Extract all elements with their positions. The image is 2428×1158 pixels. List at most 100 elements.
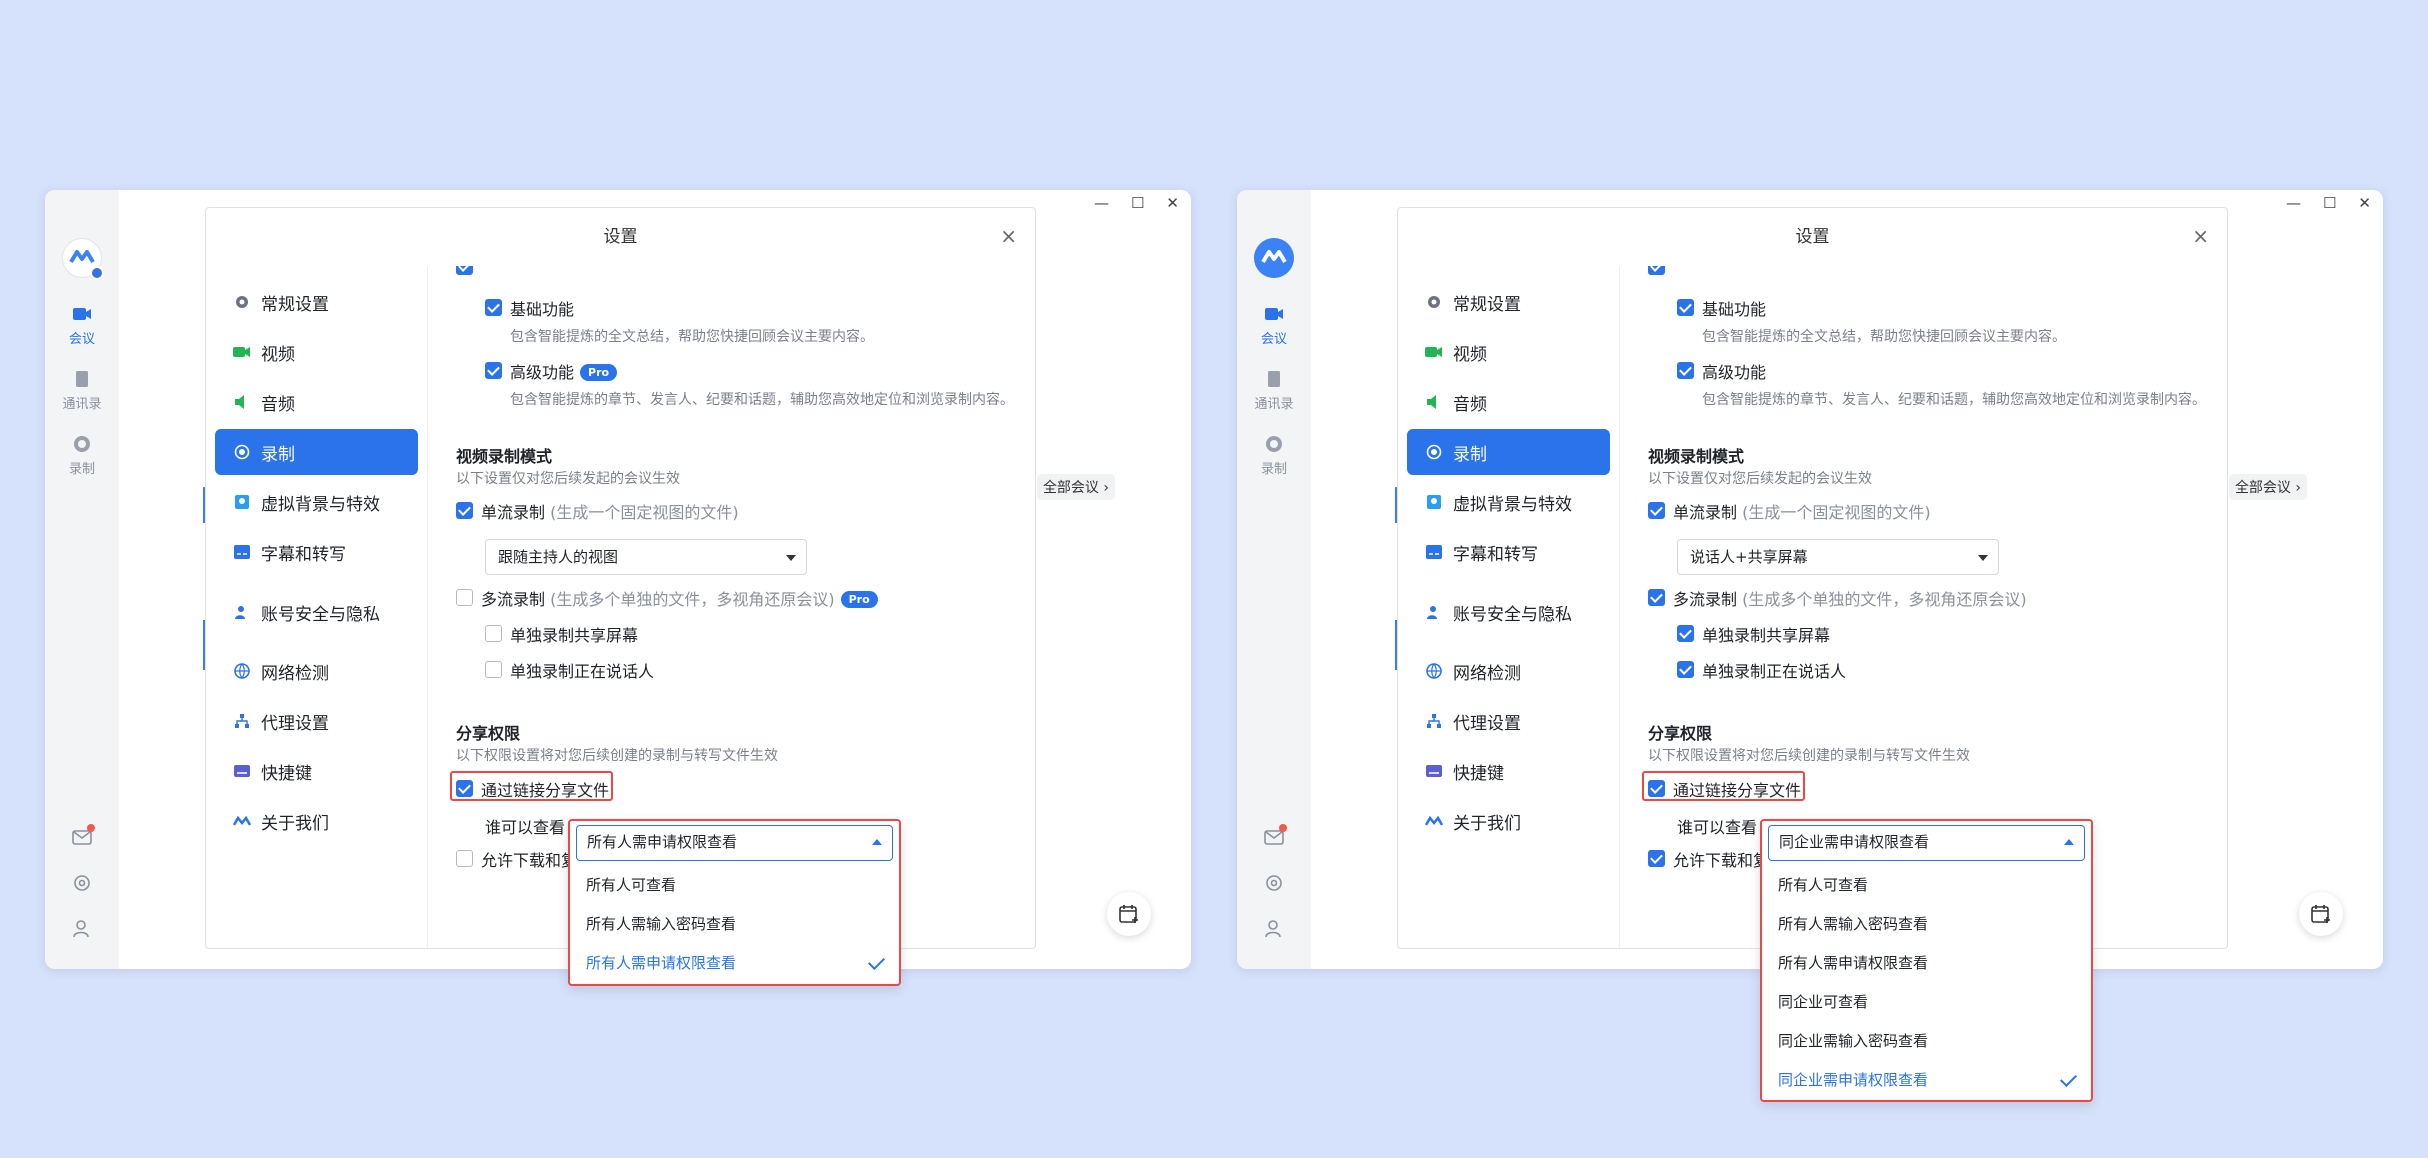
gear-icon (1425, 293, 1443, 311)
advanced-label: 高级功能 Pro (510, 359, 618, 383)
rail-item-contacts[interactable]: 通讯录 (1237, 370, 1311, 412)
sidebar-item-background[interactable]: 虚拟背景与特效 (215, 479, 418, 525)
maximize-button[interactable]: ☐ (1131, 194, 1144, 212)
speaker-checkbox[interactable] (485, 661, 502, 678)
sidebar-item-network[interactable]: 网络检测 (1407, 648, 1610, 694)
sidebar-item-about[interactable]: 关于我们 (215, 798, 418, 844)
option-everyone[interactable]: 所有人可查看 (586, 866, 883, 905)
sidebar-item-network[interactable]: 网络检测 (215, 648, 418, 694)
mail-icon[interactable] (72, 824, 95, 847)
permission-select[interactable]: 同企业需申请权限查看 (1768, 825, 2085, 861)
record-icon (1425, 443, 1443, 461)
advanced-desc: 包含智能提炼的章节、发言人、纪要和话题，辅助您高效地定位和浏览录制内容。 (510, 392, 1014, 408)
share-title: 分享权限 (456, 724, 521, 743)
record-icon (233, 443, 251, 461)
allow-download-checkbox[interactable] (1648, 850, 1665, 867)
record-icon (74, 436, 90, 452)
window-controls: — ☐ ✕ (2286, 194, 2371, 212)
option-everyone-request[interactable]: 所有人需申请权限查看 (586, 944, 885, 983)
option-everyone[interactable]: 所有人可查看 (1778, 866, 2075, 905)
sidebar-item-background[interactable]: 虚拟背景与特效 (1407, 479, 1610, 525)
minimize-button[interactable]: — (1094, 194, 1109, 212)
user-icon[interactable] (72, 919, 92, 939)
sidebar-item-shortcuts[interactable]: 快捷键 (215, 748, 418, 794)
network-tree-icon (233, 712, 251, 730)
dialog-close-button[interactable]: × (1000, 224, 1017, 248)
schedule-button[interactable] (1107, 892, 1151, 936)
sidebar-item-account[interactable]: 账号安全与隐私 (1407, 589, 1610, 635)
share-screen-checkbox[interactable] (1677, 625, 1694, 642)
chevron-down-icon (786, 555, 796, 561)
account-lock-icon (1425, 603, 1443, 621)
settings-icon[interactable] (72, 873, 92, 893)
view-select[interactable]: 跟随主持人的视图 (485, 539, 807, 575)
sidebar-item-general[interactable]: 常规设置 (215, 279, 418, 325)
option-everyone-password[interactable]: 所有人需输入密码查看 (586, 905, 883, 944)
advanced-checkbox[interactable] (485, 362, 502, 379)
basic-checkbox[interactable] (485, 299, 502, 316)
settings-icon[interactable] (1264, 873, 1284, 893)
sidebar-item-audio[interactable]: 音频 (215, 379, 418, 425)
keyboard-icon (1425, 762, 1443, 780)
sidebar-item-recording[interactable]: 录制 (1407, 429, 1610, 475)
left-rail: 会议 通讯录 录制 (1237, 190, 1311, 969)
logo-icon (69, 250, 95, 264)
view-select[interactable]: 说话人+共享屏幕 (1677, 539, 1999, 575)
chevron-down-icon (1978, 555, 1988, 561)
subtitle-icon (1425, 543, 1443, 561)
rail-item-meetings[interactable]: 会议 (45, 305, 119, 347)
app-window-2: 会议 通讯录 录制 — ☐ ✕ 全部会议 › 设置 × 常规设置 视频 音频 录… (1237, 190, 2383, 1102)
sidebar-item-video[interactable]: 视频 (215, 329, 418, 375)
sidebar-item-video[interactable]: 视频 (1407, 329, 1610, 375)
sidebar-item-shortcuts[interactable]: 快捷键 (1407, 748, 1610, 794)
allow-download-checkbox[interactable] (456, 850, 473, 867)
all-meetings-button[interactable]: 全部会议 › (2228, 474, 2307, 500)
maximize-button[interactable]: ☐ (2323, 194, 2336, 212)
pro-badge: Pro (840, 591, 878, 608)
sidebar-item-general[interactable]: 常规设置 (1407, 279, 1610, 325)
sidebar-item-proxy[interactable]: 代理设置 (1407, 698, 1610, 744)
sidebar-item-proxy[interactable]: 代理设置 (215, 698, 418, 744)
settings-sidebar: 常规设置 视频 音频 录制 虚拟背景与特效 字幕和转写 账号安全与隐私 网络检测… (1398, 266, 1620, 948)
single-stream-label: 单流录制 (生成一个固定视图的文件) (481, 503, 739, 522)
dialog-close-button[interactable]: × (2192, 224, 2209, 248)
contacts-icon (76, 371, 88, 387)
keyboard-icon (233, 762, 251, 780)
sidebar-item-subtitles[interactable]: 字幕和转写 (215, 529, 418, 575)
sidebar-item-audio[interactable]: 音频 (1407, 379, 1610, 425)
advanced-checkbox[interactable] (1677, 362, 1694, 379)
app-logo[interactable] (1254, 238, 1294, 278)
app-window-1: 会议 通讯录 录制 — ☐ ✕ 全部会议 › 设置 × 常规设置 视频 音频 录… (45, 190, 1191, 986)
portrait-icon (1425, 493, 1443, 511)
all-meetings-button[interactable]: 全部会议 › (1036, 474, 1115, 500)
rail-item-recordings[interactable]: 录制 (1237, 435, 1311, 477)
speaker-checkbox[interactable] (1677, 661, 1694, 678)
rail-item-meetings[interactable]: 会议 (1237, 305, 1311, 347)
basic-checkbox[interactable] (1677, 299, 1694, 316)
option-everyone-password[interactable]: 所有人需输入密码查看 (1778, 905, 2075, 944)
option-company-request[interactable]: 同企业需申请权限查看 (1778, 1061, 2077, 1100)
pro-badge: Pro (580, 364, 618, 381)
sidebar-item-subtitles[interactable]: 字幕和转写 (1407, 529, 1610, 575)
option-everyone-request[interactable]: 所有人需申请权限查看 (1778, 944, 2075, 983)
sidebar-item-recording[interactable]: 录制 (215, 429, 418, 475)
sidebar-item-about[interactable]: 关于我们 (1407, 798, 1610, 844)
close-window-button[interactable]: ✕ (1166, 194, 1179, 212)
share-screen-checkbox[interactable] (485, 625, 502, 642)
minimize-button[interactable]: — (2286, 194, 2301, 212)
user-avatar[interactable] (62, 238, 104, 280)
single-stream-checkbox[interactable] (1648, 502, 1665, 519)
mail-icon[interactable] (1264, 824, 1287, 847)
multi-stream-checkbox[interactable] (456, 589, 473, 606)
close-window-button[interactable]: ✕ (2358, 194, 2371, 212)
schedule-button[interactable] (2299, 892, 2343, 936)
option-company-password[interactable]: 同企业需输入密码查看 (1778, 1022, 2075, 1061)
option-company[interactable]: 同企业可查看 (1778, 983, 2075, 1022)
multi-stream-checkbox[interactable] (1648, 589, 1665, 606)
rail-item-recordings[interactable]: 录制 (45, 435, 119, 477)
sidebar-item-account[interactable]: 账号安全与隐私 (215, 589, 418, 635)
single-stream-checkbox[interactable] (456, 502, 473, 519)
rail-item-contacts[interactable]: 通讯录 (45, 370, 119, 412)
user-icon[interactable] (1264, 919, 1284, 939)
permission-select[interactable]: 所有人需申请权限查看 (576, 825, 893, 861)
